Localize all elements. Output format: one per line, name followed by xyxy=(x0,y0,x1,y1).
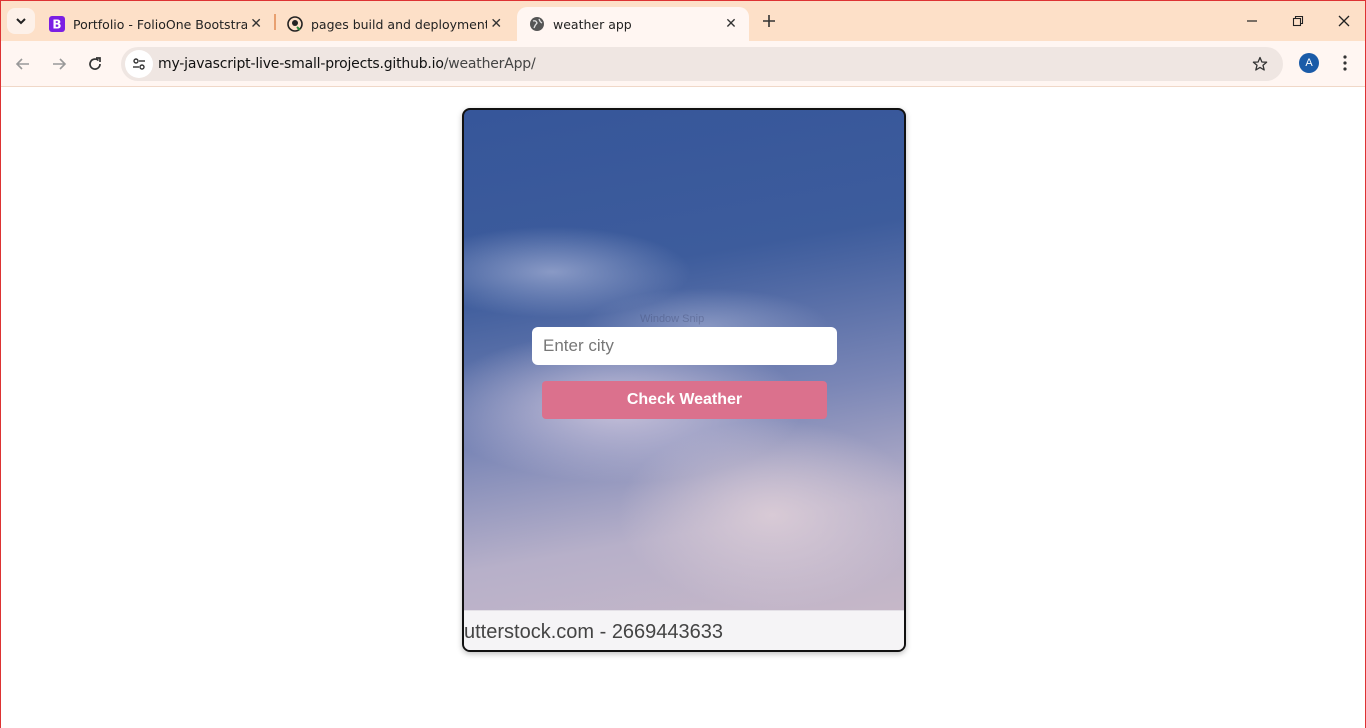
url-path: /weatherApp/ xyxy=(443,56,536,72)
restore-button[interactable] xyxy=(1275,1,1321,41)
close-icon[interactable]: ✕ xyxy=(721,14,741,34)
tab-title: pages build and deployment · M xyxy=(311,16,488,32)
star-icon xyxy=(1252,56,1268,71)
profile-avatar[interactable]: A xyxy=(1299,53,1319,73)
tune-icon xyxy=(133,58,145,70)
arrow-left-icon xyxy=(15,58,29,70)
address-bar[interactable]: my-javascript-live-small-projects.github… xyxy=(121,47,1283,81)
minimize-button[interactable] xyxy=(1229,1,1275,41)
minimize-icon xyxy=(1247,20,1257,22)
tab-search-button[interactable] xyxy=(7,8,35,34)
close-icon[interactable]: ✕ xyxy=(487,14,505,34)
weather-card: Window Snip Check Weather utterstock.com… xyxy=(462,108,906,652)
tab-strip: B Portfolio - FolioOne Bootstrap T ✕ pag… xyxy=(1,1,1365,41)
site-info-button[interactable] xyxy=(125,50,153,78)
bookmark-button[interactable] xyxy=(1249,53,1271,75)
browser-window: B Portfolio - FolioOne Bootstrap T ✕ pag… xyxy=(0,0,1366,728)
close-icon[interactable]: ✕ xyxy=(247,14,265,34)
globe-icon xyxy=(529,16,545,32)
url-text[interactable]: my-javascript-live-small-projects.github… xyxy=(158,56,536,72)
tab-weather-app[interactable]: weather app ✕ xyxy=(517,7,749,41)
reload-button[interactable] xyxy=(81,50,109,78)
close-window-button[interactable] xyxy=(1321,1,1366,41)
tab-github-actions[interactable]: pages build and deployment · M ✕ xyxy=(275,7,513,41)
new-tab-button[interactable] xyxy=(757,9,781,33)
city-input[interactable] xyxy=(532,327,837,365)
svg-text:B: B xyxy=(52,18,61,32)
url-host: my-javascript-live-small-projects.github… xyxy=(158,56,444,72)
bootstrap-icon: B xyxy=(49,16,65,32)
restore-icon xyxy=(1292,15,1304,27)
watermark-text: Window Snip xyxy=(640,313,705,325)
tab-title: weather app xyxy=(553,16,632,32)
browser-menu-button[interactable] xyxy=(1335,51,1355,75)
page-content: Window Snip Check Weather utterstock.com… xyxy=(1,88,1365,728)
close-icon xyxy=(1338,15,1350,27)
browser-toolbar: my-javascript-live-small-projects.github… xyxy=(1,41,1365,87)
stock-caption: utterstock.com - 2669443633 xyxy=(464,621,724,643)
check-weather-button[interactable]: Check Weather xyxy=(542,381,827,419)
chevron-down-icon xyxy=(16,18,26,25)
arrow-right-icon xyxy=(53,58,67,70)
forward-button[interactable] xyxy=(45,50,73,78)
more-vert-icon xyxy=(1343,55,1347,71)
reload-icon xyxy=(89,57,101,70)
tab-portfolio[interactable]: B Portfolio - FolioOne Bootstrap T ✕ xyxy=(37,7,273,41)
plus-icon xyxy=(763,15,775,27)
github-icon xyxy=(287,16,303,32)
tab-title: Portfolio - FolioOne Bootstrap T xyxy=(73,16,248,32)
stock-image-caption-strip: utterstock.com - 2669443633 xyxy=(464,610,904,650)
back-button[interactable] xyxy=(9,50,37,78)
